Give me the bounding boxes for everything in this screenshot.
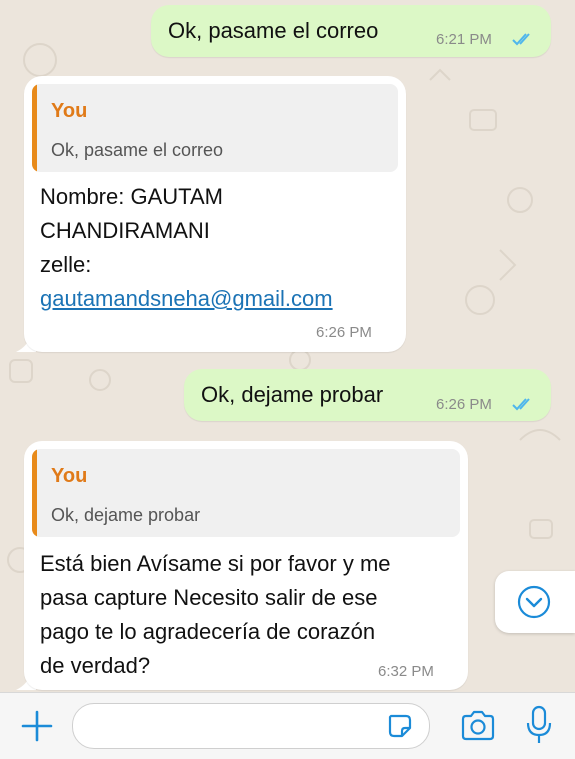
message-body: Está bien Avísame si por favor y me pasa… bbox=[40, 547, 391, 683]
quoted-message[interactable]: You Ok, dejame probar bbox=[32, 449, 460, 537]
quote-text: Ok, dejame probar bbox=[51, 505, 201, 525]
message-line: pago te lo agradecería de corazón bbox=[40, 619, 376, 644]
message-body: Nombre: GAUTAM CHANDIRAMANI zelle: gauta… bbox=[40, 180, 333, 316]
message-time: 6:26 PM bbox=[436, 396, 492, 413]
chevron-down-icon bbox=[517, 585, 551, 619]
message-line: pasa capture Necesito salir de ese bbox=[40, 585, 378, 610]
outgoing-message[interactable]: Ok, pasame el correo 6:21 PM bbox=[151, 5, 551, 57]
message-time: 6:26 PM bbox=[316, 324, 372, 341]
message-input[interactable] bbox=[72, 703, 430, 749]
double-check-icon bbox=[512, 398, 530, 411]
scroll-to-bottom-button[interactable] bbox=[495, 571, 575, 633]
quote-author: You bbox=[51, 100, 88, 122]
plus-icon[interactable] bbox=[20, 709, 54, 743]
sticker-icon[interactable] bbox=[385, 711, 415, 741]
incoming-message[interactable]: You Ok, dejame probar Está bien Avísame … bbox=[24, 441, 468, 690]
email-link[interactable]: gautamandsneha@gmail.com bbox=[40, 282, 333, 316]
quote-author: You bbox=[51, 465, 88, 487]
microphone-icon[interactable] bbox=[525, 705, 553, 745]
message-line: de verdad? bbox=[40, 653, 151, 678]
quote-text: Ok, pasame el correo bbox=[51, 140, 224, 160]
quote-accent-bar bbox=[32, 449, 37, 537]
message-line: zelle: bbox=[40, 252, 92, 277]
message-line: Está bien Avísame si por favor y me bbox=[40, 551, 391, 576]
camera-icon[interactable] bbox=[459, 710, 497, 742]
chat-area[interactable]: Ok, pasame el correo 6:21 PM You Ok, pas… bbox=[0, 0, 575, 692]
message-text: Ok, dejame probar bbox=[201, 382, 384, 407]
message-time: 6:32 PM bbox=[378, 663, 434, 680]
outgoing-message[interactable]: Ok, dejame probar 6:26 PM bbox=[184, 369, 551, 421]
double-check-icon bbox=[512, 33, 530, 46]
message-composer bbox=[0, 692, 575, 759]
message-time: 6:21 PM bbox=[436, 31, 492, 48]
quote-accent-bar bbox=[32, 84, 37, 172]
quoted-message[interactable]: You Ok, pasame el correo bbox=[32, 84, 398, 172]
incoming-message[interactable]: You Ok, pasame el correo Nombre: GAUTAM … bbox=[24, 76, 406, 352]
message-line: CHANDIRAMANI bbox=[40, 218, 210, 243]
message-text: Ok, pasame el correo bbox=[168, 18, 379, 43]
message-line: Nombre: GAUTAM bbox=[40, 184, 223, 209]
